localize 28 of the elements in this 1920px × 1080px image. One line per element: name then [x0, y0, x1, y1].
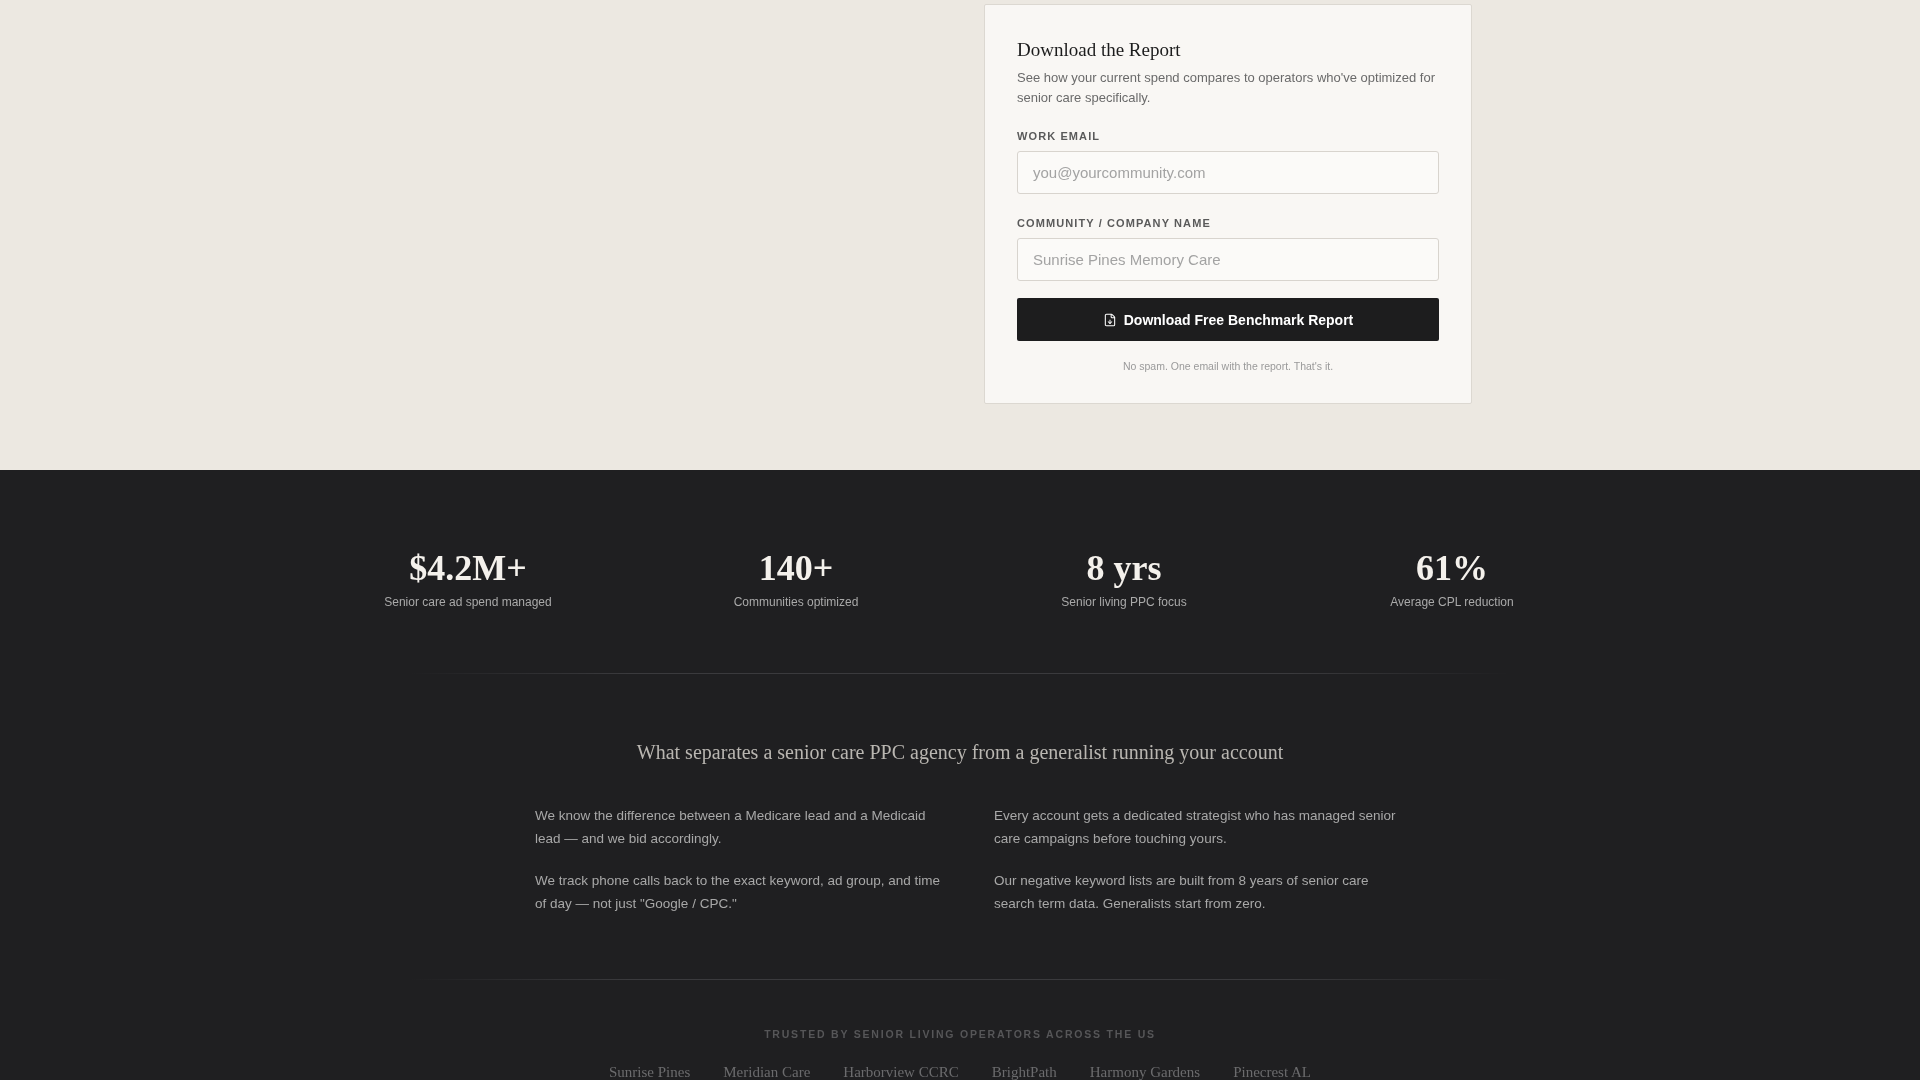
stat-label: Average CPL reduction — [1390, 594, 1514, 611]
field-label: WORK EMAIL — [1017, 129, 1102, 143]
stat-value: $4.2M+ — [409, 547, 527, 589]
card-title: Download the Report — [1017, 38, 1182, 62]
company-name: Meridian Care — [723, 1063, 811, 1080]
stat-value: 61% — [1416, 547, 1488, 589]
form-note: No spam. One email with the report. That's it. — [1121, 359, 1335, 373]
section-heading: What separates a senior care PPC agency from a generalist running your account — [635, 740, 1285, 765]
card-description: See how your current spend compares to operators who've optimized for senior care specifically. — [1017, 69, 1436, 107]
field-label: COMMUNITY / COMPANY NAME — [1017, 216, 1212, 230]
point-text: We know the difference between a Medicare lead and a Medicaid lead — and we bid accordingly. — [535, 807, 927, 848]
stat-label: Senior care ad spend managed — [384, 594, 552, 611]
point-text: Our negative keyword lists are built from 8 years of senior care search term data. Generalists start from zero. — [994, 872, 1370, 913]
stat-label: Senior living PPC focus — [1061, 594, 1187, 611]
company-name: Harmony Gardens — [1089, 1063, 1201, 1080]
company-name: Harborview CCRC — [843, 1063, 959, 1080]
point-text: We track phone calls back to the exact keyword, ad group, and time of day — not just "Google / CPC." — [535, 872, 941, 913]
point-text: Every account gets a dedicated strategist who has managed senior care campaigns before touching yours. — [994, 807, 1397, 848]
input-field[interactable]: Sunrise Pines Memory Care — [1017, 238, 1439, 281]
file-download-icon — [1102, 312, 1117, 327]
company-name: BrightPath — [991, 1063, 1057, 1080]
stat-value: 8 yrs — [1086, 547, 1162, 589]
stat-value: 140+ — [758, 547, 834, 589]
company-name: Sunrise Pines — [608, 1063, 691, 1080]
download-button[interactable]: Download Free Benchmark Report — [1017, 298, 1439, 341]
input-field[interactable]: you@yourcommunity.com — [1017, 151, 1439, 194]
company-name: Pinecrest AL — [1233, 1063, 1312, 1080]
stat-label: Communities optimized — [733, 594, 859, 611]
